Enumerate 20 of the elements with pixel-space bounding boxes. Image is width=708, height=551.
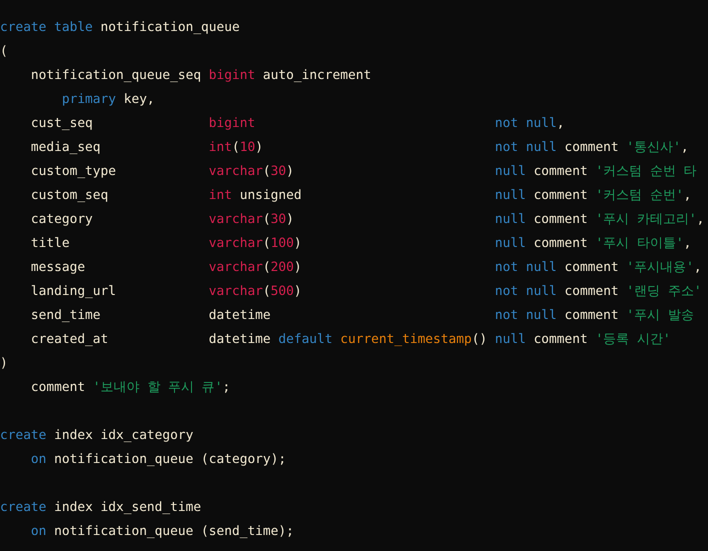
code-line: create index idx_send_time (0, 499, 202, 517)
code-line: create index idx_category (0, 427, 194, 445)
code-line: created_at datetime default current_timestamp() null comment '등록 시간' (30, 331, 671, 349)
code-line: comment '보내야 할 푸시 큐'; (30, 379, 230, 397)
code-line: landing_url varchar(500) not null comment '랜딩 주소' (30, 283, 702, 301)
code-line: custom_seq int unsigned null comment '커스텀 순번', (30, 187, 692, 205)
code-line: cust_seq bigint not null, (30, 115, 564, 133)
code-line: create table notification_queue (0, 19, 240, 37)
code-line: title varchar(100) null comment '푸시 타이틀', (30, 235, 692, 253)
code-line: on notification_queue (send_time); (30, 523, 294, 541)
code-line: notification_queue_seq bigint auto_increment (30, 67, 372, 85)
code-line: ( (0, 43, 8, 61)
code-line: category varchar(30) null comment '푸시 카테고리', (30, 211, 704, 229)
code-line: message varchar(200) not null comment '푸시내용', (30, 259, 702, 277)
code-line: ) (0, 355, 8, 373)
code-line: primary key, (60, 91, 155, 109)
code-line: custom_type varchar(30) null comment '커스텀 순번 타 (30, 163, 697, 181)
code-line: send_time datetime not null comment '푸시 발송 (30, 307, 694, 325)
code-line: media_seq int(10) not null comment '통신사', (30, 139, 689, 157)
code-line: on notification_queue (category); (30, 451, 286, 469)
